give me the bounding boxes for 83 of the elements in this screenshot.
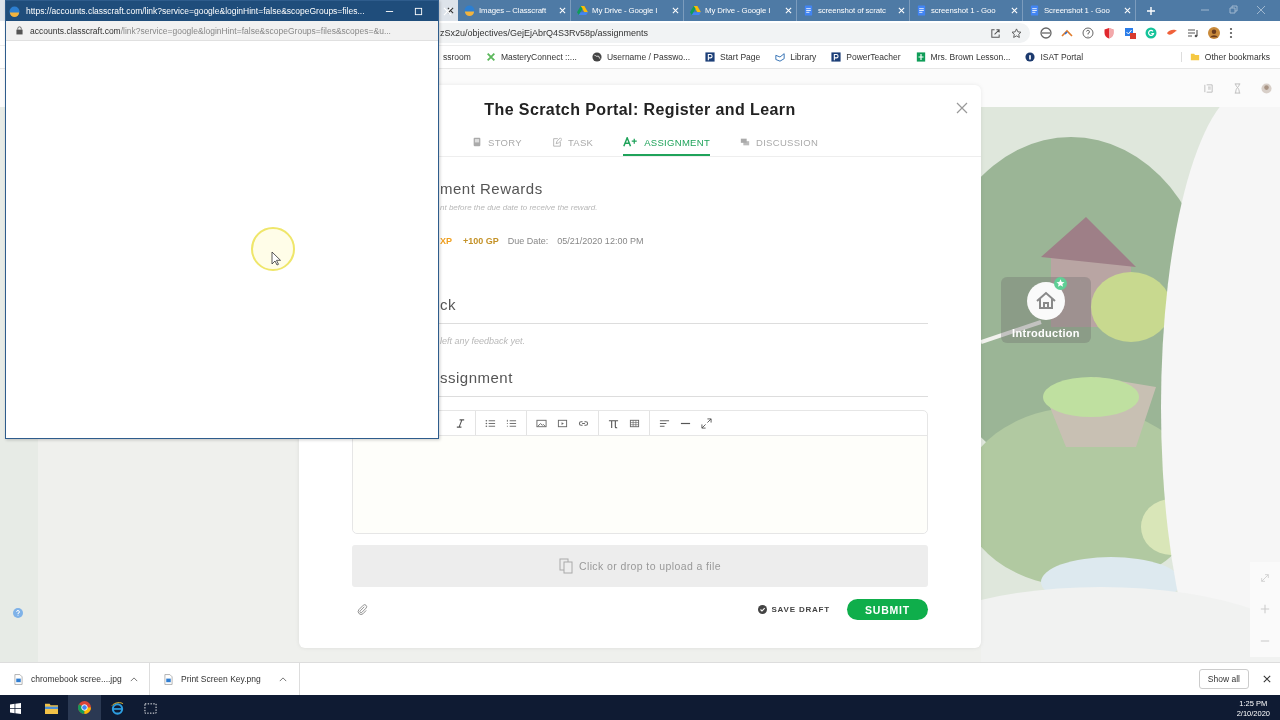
show-all-button[interactable]: Show all — [1198, 669, 1249, 689]
bookmark-label: MasteryConnect ::... — [500, 52, 577, 62]
windows-start-icon[interactable] — [10, 703, 21, 714]
hand-logo-icon — [1025, 52, 1036, 62]
open-in-new-icon[interactable] — [990, 27, 1001, 39]
file-name: chromebook scree....jpg — [31, 674, 122, 684]
upload-text: Click or drop to upload a file — [578, 560, 722, 572]
caret-icon[interactable] — [129, 676, 138, 682]
media-queue-icon[interactable] — [1187, 27, 1199, 39]
image-file-icon — [164, 673, 173, 685]
site-logo-icon — [464, 5, 475, 16]
file-name: Print Screen Key.png — [181, 674, 262, 684]
xp-reward: XP — [440, 236, 452, 246]
save-draft-button[interactable]: SAVE DRAFT — [758, 605, 830, 614]
snipping-tool-icon — [144, 702, 157, 715]
section-heading: ment Rewards — [440, 180, 544, 197]
due-date: 05/21/2020 12:00 PM — [557, 236, 644, 246]
bookmark[interactable]: PowerTeacher — [831, 52, 901, 62]
window-title: https://accounts.classcraft.com/link?service=google&loginHint=false&scopeGroups=files... — [26, 6, 365, 16]
book-icon — [775, 52, 786, 62]
chat-icon — [740, 137, 750, 147]
bookmark[interactable]: Start Page — [705, 52, 761, 62]
bookmark-label: PowerTeacher — [846, 52, 901, 62]
paperclip-icon[interactable] — [357, 604, 368, 615]
bookmark[interactable]: Mrs. Brown Lesson... — [915, 52, 1011, 62]
menu-icon[interactable] — [1229, 27, 1233, 39]
section-heading: ssignment — [440, 369, 514, 386]
dialog-title: The Scratch Portal: Register and Learn — [484, 101, 796, 119]
bookmark-label: Mrs. Brown Lesson... — [930, 52, 1011, 62]
star-icon[interactable] — [1011, 27, 1022, 39]
bookmark-folder[interactable]: Other bookmarks — [1180, 52, 1270, 62]
checkbox-extension-icon[interactable] — [1124, 27, 1136, 39]
star-badge-icon — [1054, 277, 1067, 290]
book-icon — [472, 137, 482, 147]
due-date-label: Due Date: — [507, 236, 549, 246]
document-icon — [1029, 5, 1040, 16]
section-heading: ck — [440, 296, 457, 313]
home-icon — [1026, 281, 1066, 321]
check-circle-icon — [758, 605, 768, 614]
bookmark[interactable]: ISAT Portal — [1025, 52, 1084, 62]
globe-icon — [591, 52, 602, 62]
bookmark[interactable]: ssroom — [443, 52, 471, 62]
avatar-icon[interactable] — [1208, 27, 1220, 39]
edit-icon — [551, 137, 562, 147]
letter-p-logo-icon — [705, 52, 716, 62]
maximize-icon[interactable] — [413, 6, 423, 16]
bookmark-label: Start Page — [720, 52, 761, 62]
bookmark-label: ISAT Portal — [1040, 52, 1084, 62]
folder-icon — [45, 702, 58, 715]
drive-icon — [577, 5, 588, 16]
feedback-text: left any feedback yet. — [440, 336, 527, 346]
letter-p-logo-icon — [831, 52, 842, 62]
folder-icon — [1189, 52, 1200, 62]
hint-text: nt before the due date to receive the reward. — [440, 203, 599, 212]
document-icon — [803, 5, 814, 16]
extension-icon[interactable] — [1061, 27, 1073, 39]
bookmark-label: Library — [790, 52, 817, 62]
url-text: accounts.classcraft.com/link?service=google&loginHint=false&scopeGroups=files&scopes=&u... — [30, 25, 391, 36]
bookmark-label: Other bookmarks — [1204, 52, 1270, 62]
gp-reward: +100 GP — [463, 236, 499, 246]
lock-icon — [16, 26, 23, 35]
document-icon — [916, 5, 927, 16]
extension-icon[interactable] — [1040, 27, 1052, 39]
spreadsheet-icon — [915, 52, 926, 62]
new-tab-icon[interactable] — [1146, 6, 1156, 16]
shield-icon[interactable] — [1103, 27, 1115, 39]
bookmark[interactable]: Library — [775, 52, 817, 62]
taskbar-app[interactable] — [68, 695, 101, 720]
documents-icon — [558, 558, 573, 574]
browser-e-icon — [111, 702, 124, 715]
bookmark[interactable]: MasteryConnect ::... — [485, 52, 577, 62]
node-label: Introduction — [1012, 327, 1080, 339]
close-icon[interactable] — [1263, 675, 1271, 683]
extension-icon[interactable] — [1082, 27, 1094, 39]
chrome-icon — [78, 701, 91, 714]
drive-icon — [690, 5, 701, 16]
grammar-extension-icon[interactable] — [1145, 27, 1157, 39]
image-file-icon — [14, 673, 23, 685]
cross-icon — [485, 52, 496, 62]
a-plus-icon — [623, 137, 639, 147]
caret-icon[interactable] — [279, 676, 287, 682]
close-icon[interactable] — [447, 7, 454, 14]
site-logo-icon — [9, 5, 20, 17]
